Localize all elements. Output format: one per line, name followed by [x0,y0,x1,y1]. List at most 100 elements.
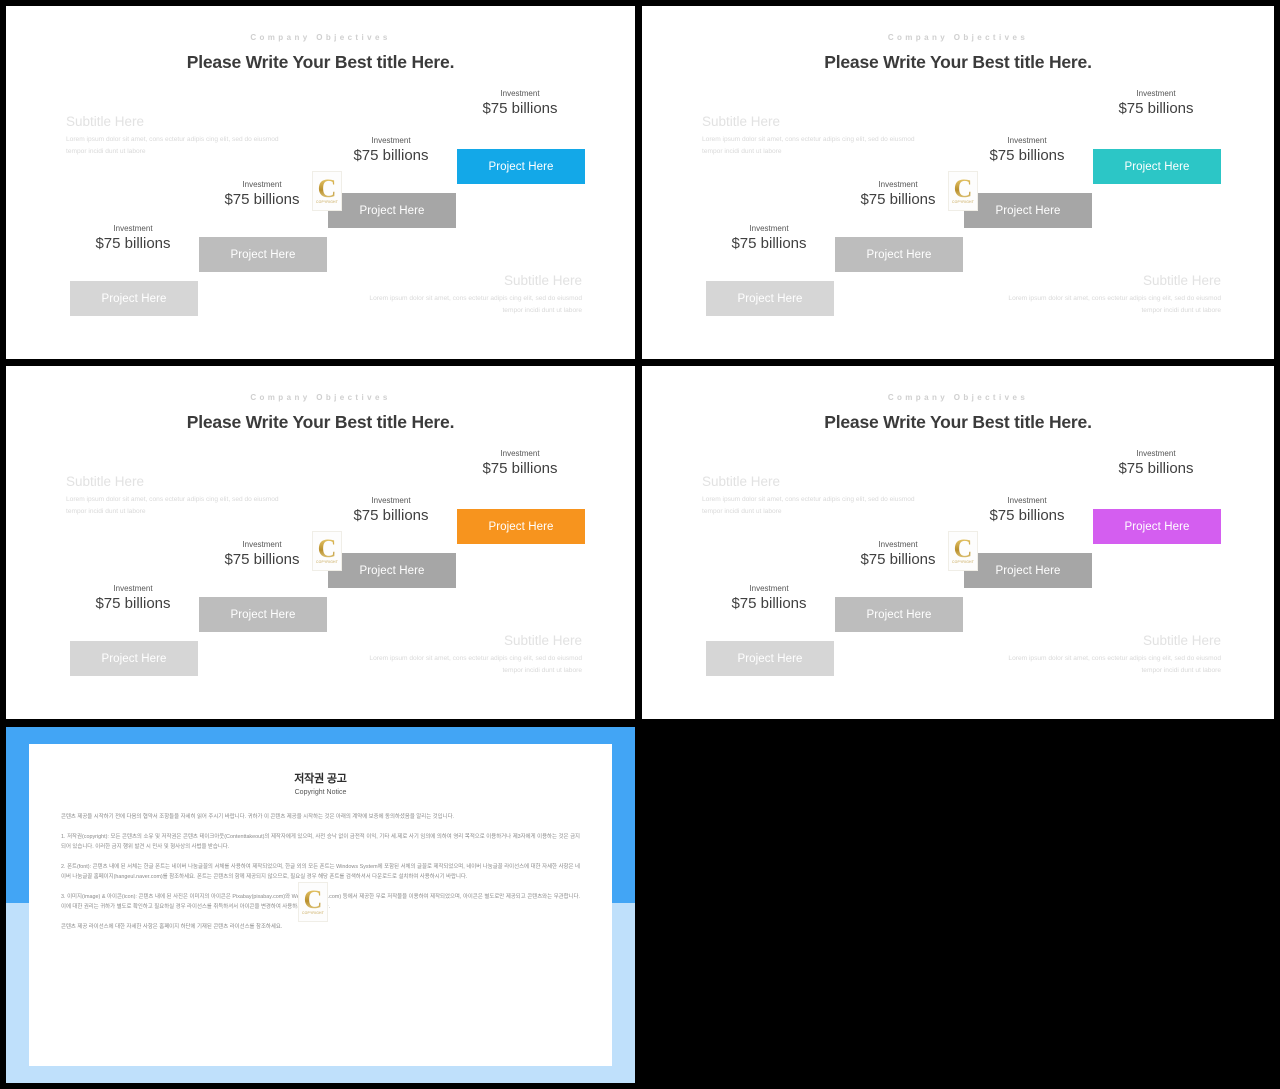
step-bar-3[interactable]: Project Here [328,553,456,588]
step-caption-3: Investment $75 billions [962,496,1092,526]
slide-thumbnail-teal[interactable]: Company Objectives Please Write Your Bes… [642,6,1274,359]
step-caption-1: Investment $75 billions [704,224,834,254]
page-title: Please Write Your Best title Here. [824,52,1092,72]
step-caption-4: Investment $75 billions [1091,89,1221,119]
caption-label: Investment [878,540,918,549]
screenshot-root: Company Objectives Please Write Your Bes… [0,0,1280,1089]
step-bar-1[interactable]: Project Here [70,281,198,316]
subtitle-body: Lorem ipsum dolor sit amet, cons ectetur… [702,136,915,155]
step-bar-2[interactable]: Project Here [835,597,963,632]
step-bar-2[interactable]: Project Here [199,237,327,272]
caption-label: Investment [500,449,540,458]
caption-label: Investment [1136,449,1176,458]
step-bar-3[interactable]: Project Here [328,193,456,228]
page-title: Please Write Your Best title Here. [186,52,455,72]
page-title: Please Write Your Best title Here. [186,412,455,432]
caption-value: $75 billions [353,146,429,164]
caption-label: Investment [113,224,153,233]
caption-label: Investment [749,224,789,233]
subtitle-block-left: Subtitle Here Lorem ipsum dolor sit amet… [702,474,917,517]
caption-label: Investment [500,89,540,98]
subtitle-heading: Subtitle Here [66,114,145,129]
step-bar-4-accent[interactable]: Project Here [1093,509,1221,544]
step-bar-1[interactable]: Project Here [706,281,834,316]
subtitle-heading: Subtitle Here [702,114,781,129]
step-caption-3: Investment $75 billions [962,136,1092,166]
subtitle-heading: Subtitle Here [702,474,781,489]
caption-label: Investment [878,180,918,189]
caption-label: Investment [1007,496,1047,505]
subtitle-body: Lorem ipsum dolor sit amet, cons ectetur… [702,496,915,515]
step-caption-2: Investment $75 billions [833,540,963,570]
caption-label: Investment [242,180,282,189]
step-bar-1[interactable]: Project Here [70,641,198,676]
slide-eyebrow: Company Objectives [250,393,391,402]
step-caption-2: Investment $75 billions [197,180,327,210]
copyright-subtitle: Copyright Notice [294,789,347,796]
subtitle-block-right: Subtitle Here Lorem ipsum dolor sit amet… [367,633,582,676]
copyright-paragraph: 콘텐츠 제공 라이선스에 대한 자세한 사항은 홈페이지 하단에 기재된 콘텐츠… [61,923,283,930]
step-bar-2[interactable]: Project Here [199,597,327,632]
subtitle-heading: Subtitle Here [66,474,145,489]
step-bar-2[interactable]: Project Here [835,237,963,272]
copyright-title: 저작권 공고 [294,773,347,785]
caption-value: $75 billions [224,190,300,208]
page-title: Please Write Your Best title Here. [824,412,1092,432]
caption-value: $75 billions [860,550,936,568]
step-bar-3[interactable]: Project Here [964,553,1092,588]
copyright-notice-panel[interactable]: 저작권 공고 Copyright Notice 콘텐츠 제공을 시작하기 전에 … [6,727,635,1083]
caption-label: Investment [749,584,789,593]
step-bar-3[interactable]: Project Here [964,193,1092,228]
caption-value: $75 billions [731,234,807,252]
copyright-paragraph: 2. 폰트(font): 콘텐츠 내에 된 서체는 한글 폰트는 네이버 나눔글… [61,863,580,881]
caption-label: Investment [1136,89,1176,98]
step-bar-4-accent[interactable]: Project Here [457,509,585,544]
slide-thumbnail-purple[interactable]: Company Objectives Please Write Your Bes… [642,366,1274,719]
caption-value: $75 billions [731,594,807,612]
caption-label: Investment [1007,136,1047,145]
slide-eyebrow: Company Objectives [250,33,391,42]
copyright-paragraph: 콘텐츠 제공을 시작하기 전에 다음의 협약서 조항들을 자세히 읽어 주시기 … [61,814,455,820]
subtitle-block-right: Subtitle Here Lorem ipsum dolor sit amet… [1006,273,1221,316]
subtitle-heading: Subtitle Here [1142,633,1221,648]
caption-value: $75 billions [482,459,558,477]
subtitle-heading: Subtitle Here [1142,273,1221,288]
step-bar-4-accent[interactable]: Project Here [1093,149,1221,184]
step-caption-1: Investment $75 billions [704,584,834,614]
step-caption-1: Investment $75 billions [68,584,198,614]
subtitle-body: Lorem ipsum dolor sit amet, cons ectetur… [1008,655,1221,674]
copyright-watermark-icon: C COPYRIGHT [948,171,978,211]
caption-label: Investment [242,540,282,549]
subtitle-body: Lorem ipsum dolor sit amet, cons ectetur… [369,295,582,314]
step-caption-3: Investment $75 billions [326,496,456,526]
copyright-paragraph: 1. 저작권(copyright): 모든 콘텐츠의 소유 및 저작권은 콘텐츠… [61,833,580,851]
caption-value: $75 billions [989,506,1065,524]
subtitle-body: Lorem ipsum dolor sit amet, cons ectetur… [66,136,279,155]
step-bar-1[interactable]: Project Here [706,641,834,676]
caption-value: $75 billions [1118,459,1194,477]
step-caption-4: Investment $75 billions [455,89,585,119]
subtitle-block-left: Subtitle Here Lorem ipsum dolor sit amet… [702,114,917,157]
caption-value: $75 billions [224,550,300,568]
slide-eyebrow: Company Objectives [887,33,1029,42]
step-caption-1: Investment $75 billions [68,224,198,254]
caption-label: Investment [113,584,153,593]
subtitle-block-right: Subtitle Here Lorem ipsum dolor sit amet… [367,273,582,316]
subtitle-block-left: Subtitle Here Lorem ipsum dolor sit amet… [66,474,281,517]
caption-value: $75 billions [353,506,429,524]
slide-thumbnail-orange[interactable]: Company Objectives Please Write Your Bes… [6,366,635,719]
caption-value: $75 billions [95,594,171,612]
step-bar-4-accent[interactable]: Project Here [457,149,585,184]
slide-thumbnail-blue[interactable]: Company Objectives Please Write Your Bes… [6,6,635,359]
step-caption-4: Investment $75 billions [455,449,585,479]
subtitle-block-left: Subtitle Here Lorem ipsum dolor sit amet… [66,114,281,157]
step-caption-2: Investment $75 billions [833,180,963,210]
step-caption-4: Investment $75 billions [1091,449,1221,479]
copyright-watermark-icon: C COPYRIGHT [298,882,328,922]
subtitle-body: Lorem ipsum dolor sit amet, cons ectetur… [66,496,279,515]
caption-label: Investment [371,136,411,145]
subtitle-body: Lorem ipsum dolor sit amet, cons ectetur… [369,655,582,674]
subtitle-heading: Subtitle Here [503,633,582,648]
subtitle-heading: Subtitle Here [503,273,582,288]
step-caption-2: Investment $75 billions [197,540,327,570]
